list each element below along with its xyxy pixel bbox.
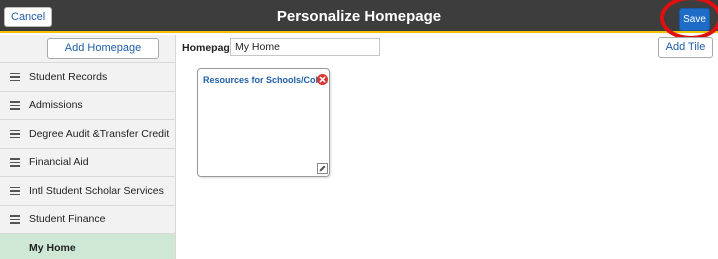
remove-icon[interactable] (317, 74, 328, 85)
drag-handle-icon[interactable] (10, 186, 20, 195)
homepage-label: Homepage (182, 42, 236, 54)
sidebar-item-label: Student Records (29, 70, 108, 83)
drag-handle-icon[interactable] (10, 158, 20, 167)
add-tile-button[interactable]: Add Tile (658, 37, 713, 58)
sidebar-item-label: My Home (29, 242, 76, 255)
sidebar-item-label: Admissions (29, 99, 83, 112)
sidebar-item-label: Intl Student Scholar Services (29, 184, 164, 197)
sidebar-item-student-finance[interactable]: Student Finance (0, 206, 175, 234)
sidebar-item-label: Degree Audit &Transfer Credit (29, 127, 170, 140)
save-button[interactable]: Save (679, 8, 710, 31)
homepage-tile[interactable]: Resources for Schools/Coll... (197, 68, 330, 177)
homepage-name-input[interactable] (230, 38, 380, 56)
sidebar-item-admissions[interactable]: Admissions (0, 92, 175, 120)
tile-title: Resources for Schools/Coll... (203, 75, 329, 85)
page-title: Personalize Homepage (276, 8, 442, 25)
cancel-button[interactable]: Cancel (4, 7, 53, 27)
header-bar: Personalize Homepage Cancel Save (0, 0, 718, 33)
drag-handle-icon[interactable] (10, 101, 20, 110)
sidebar-item-my-home[interactable]: My Home (0, 234, 175, 259)
edit-icon[interactable] (317, 163, 328, 174)
drag-handle-icon[interactable] (10, 72, 20, 81)
sidebar-item-intl-student-services[interactable]: Intl Student Scholar Services (0, 177, 175, 206)
sidebar: Add Homepage Student Records Admissions … (0, 35, 176, 259)
sidebar-item-student-records[interactable]: Student Records (0, 63, 175, 92)
sidebar-item-financial-aid[interactable]: Financial Aid (0, 149, 175, 177)
sidebar-item-label: Financial Aid (29, 156, 89, 169)
add-homepage-button[interactable]: Add Homepage (47, 38, 159, 59)
sidebar-toolbar: Add Homepage (0, 35, 175, 63)
sidebar-item-degree-audit[interactable]: Degree Audit &Transfer Credit (0, 120, 175, 149)
drag-handle-icon[interactable] (10, 215, 20, 224)
sidebar-item-label: Student Finance (29, 213, 106, 226)
drag-handle-icon[interactable] (10, 129, 20, 138)
